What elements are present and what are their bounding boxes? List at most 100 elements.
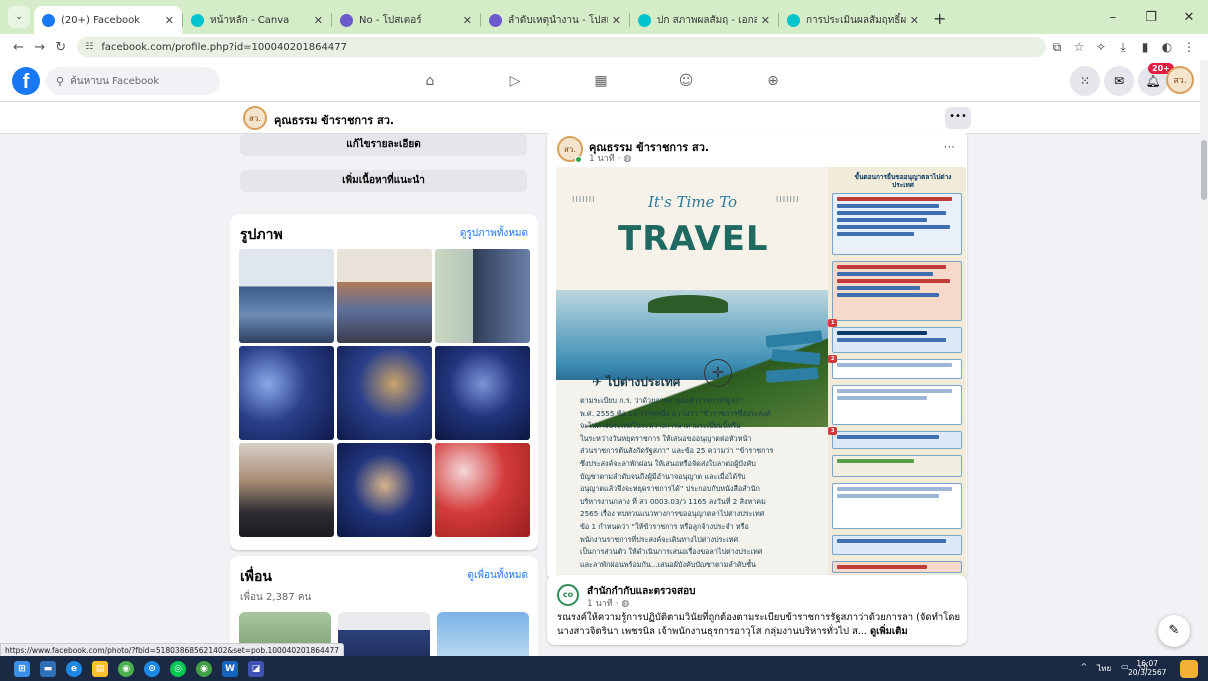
friends-title: เพื่อน: [240, 569, 272, 585]
photo-thumbnail[interactable]: [337, 346, 432, 440]
chrome-icon[interactable]: ◉: [196, 661, 212, 677]
download-icon[interactable]: ⤓: [1112, 40, 1134, 55]
close-tab-icon[interactable]: ✕: [165, 14, 174, 27]
home-icon[interactable]: ⌂: [419, 70, 441, 92]
infographic-step-badge: 1: [828, 319, 838, 327]
browser-menu-icon[interactable]: ⋮: [1178, 40, 1200, 54]
taskbar-clock[interactable]: 16:07 20/3/2567: [1128, 659, 1166, 677]
translate-icon[interactable]: ⧉: [1046, 40, 1068, 55]
globe-icon: ◍: [621, 599, 630, 609]
post-options-icon[interactable]: ···: [944, 140, 955, 154]
post-timestamp[interactable]: 1 นาที · ◍: [589, 151, 631, 165]
photo-thumbnail[interactable]: [337, 249, 432, 343]
photo-thumbnail[interactable]: [239, 443, 334, 537]
browser-tab[interactable]: ปก สภาพผลสัมฤ - เอกสาร (A4) ✕: [630, 6, 778, 34]
see-more-link[interactable]: ดูเพิ่มเติม: [870, 626, 908, 637]
photo-thumbnail[interactable]: [435, 443, 530, 537]
photos-app-icon[interactable]: ◪: [248, 661, 264, 677]
post-image[interactable]: IIIIIII IIIIIII It's Time To TRAVEL ✈︎ ไ…: [556, 167, 966, 577]
post-author-avatar[interactable]: co: [557, 584, 579, 606]
post-time-text: 1 นาที ·: [587, 599, 622, 609]
reload-icon[interactable]: ↻: [50, 40, 71, 55]
forward-icon[interactable]: →: [29, 40, 50, 55]
chrome-icon[interactable]: ◉: [118, 661, 134, 677]
friend-photo[interactable]: [338, 612, 430, 656]
poster-body-line: จะไปต่างประเทศในระหว่างการลาตามระเบียบนี…: [580, 421, 741, 431]
menu-grid-icon[interactable]: ⁙: [1070, 66, 1100, 96]
browser-tab[interactable]: หน้าหลัก - Canva ✕: [183, 6, 331, 34]
close-tab-icon[interactable]: ✕: [463, 14, 472, 27]
start-icon[interactable]: ⊞: [14, 661, 30, 677]
account-avatar[interactable]: สว.: [1166, 66, 1194, 94]
url-input[interactable]: ☷ facebook.com/profile.php?id=1000402018…: [77, 37, 1046, 57]
poster-body-line: เป็นการส่วนตัว ให้ดำเนินการเสนอเรื่องขอล…: [580, 547, 763, 557]
tab-search-icon[interactable]: ⌄: [8, 6, 30, 28]
facebook-logo-icon[interactable]: f: [12, 67, 40, 95]
profile-icon[interactable]: ◐: [1156, 40, 1178, 54]
app-icon[interactable]: ⊙: [144, 661, 160, 677]
browser-tab[interactable]: ลำดับเหตุนำงาน - โปสเตอร์ ✕: [481, 6, 629, 34]
close-tab-icon[interactable]: ✕: [314, 14, 323, 27]
close-tab-icon[interactable]: ✕: [910, 14, 919, 27]
back-icon[interactable]: ←: [8, 40, 29, 55]
profile-more-button[interactable]: •••: [945, 107, 971, 129]
site-info-icon[interactable]: ☷: [85, 42, 93, 52]
see-all-photos-link[interactable]: ดูรูปภาพทั้งหมด: [460, 226, 528, 241]
globe-icon: ◍: [623, 154, 632, 164]
photo-thumbnail[interactable]: [239, 249, 334, 343]
close-window-icon[interactable]: ✕: [1170, 10, 1208, 25]
line-icon[interactable]: ◎: [170, 661, 186, 677]
compose-message-icon[interactable]: ✎: [1158, 615, 1190, 647]
canva-doc-icon: [489, 13, 502, 27]
video-icon[interactable]: ▷: [504, 70, 526, 92]
groups-icon[interactable]: ☺: [675, 70, 697, 92]
infographic-step: [832, 385, 962, 425]
language-indicator[interactable]: ไทย: [1097, 662, 1111, 675]
poster-section-title: ✈︎ ไปต่างประเทศ: [592, 375, 681, 389]
browser-tab[interactable]: No - โปสเตอร์ ✕: [332, 6, 480, 34]
file-explorer-icon[interactable]: ▤: [92, 661, 108, 677]
close-tab-icon[interactable]: ✕: [612, 14, 621, 27]
profile-left-column: แก้ไขรายละเอียด เพิ่มเนื้อหาที่แนะนำ รูป…: [230, 134, 538, 656]
minimize-icon[interactable]: –: [1094, 10, 1132, 25]
close-tab-icon[interactable]: ✕: [761, 14, 770, 27]
browser-tab[interactable]: การประเมินผลสัมฤทธิ์ผลงานนาน ตามนโ ✕: [779, 6, 927, 34]
infographic-step: [832, 261, 962, 321]
edit-details-button[interactable]: แก้ไขรายละเอียด: [240, 134, 527, 156]
bookmark-star-icon[interactable]: ☆: [1068, 40, 1090, 54]
address-bar-row: ← → ↻ ☷ facebook.com/profile.php?id=1000…: [0, 34, 1208, 60]
extensions-icon[interactable]: ✧: [1090, 40, 1112, 54]
see-all-friends-link[interactable]: ดูเพื่อนทั้งหมด: [468, 568, 529, 583]
tab-list: (20+) Facebook ✕ หน้าหลัก - Canva ✕ No - โปส…: [34, 6, 927, 34]
add-featured-button[interactable]: เพิ่มเนื้อหาที่แนะนำ: [240, 170, 527, 192]
photo-thumbnail[interactable]: [337, 443, 432, 537]
restore-icon[interactable]: ❐: [1132, 10, 1170, 25]
task-view-icon[interactable]: ▬: [40, 661, 56, 677]
friend-photo[interactable]: [437, 612, 529, 656]
weather-widget-icon[interactable]: [1180, 660, 1198, 678]
new-tab-button[interactable]: +: [933, 9, 946, 28]
profile-name[interactable]: คุณธรรม ข้าราชการ สว.: [274, 111, 394, 129]
gaming-icon[interactable]: ⊕: [762, 70, 784, 92]
page-scrollbar[interactable]: [1200, 60, 1208, 656]
post-timestamp[interactable]: 1 นาที · ◍: [587, 596, 629, 610]
word-icon[interactable]: W: [222, 661, 238, 677]
marketplace-icon[interactable]: ▦: [590, 70, 612, 92]
side-panel-icon[interactable]: ▮: [1134, 40, 1156, 54]
tab-title: No - โปสเตอร์: [359, 14, 422, 26]
photos-card: รูปภาพ ดูรูปภาพทั้งหมด: [230, 214, 538, 550]
toolbar-actions: ⧉ ☆ ✧ ⤓ ▮ ◐ ⋮: [1046, 40, 1200, 55]
messenger-icon[interactable]: ✉: [1104, 66, 1134, 96]
infographic-step: [832, 327, 962, 353]
browser-tab[interactable]: (20+) Facebook ✕: [34, 6, 182, 34]
scrollbar-thumb[interactable]: [1201, 140, 1207, 200]
photo-thumbnail[interactable]: [435, 249, 530, 343]
photo-thumbnail[interactable]: [239, 346, 334, 440]
compass-icon: ✛: [704, 359, 732, 387]
photo-thumbnail[interactable]: [435, 346, 530, 440]
tray-chevron-icon[interactable]: ^: [1080, 662, 1087, 675]
edge-icon[interactable]: e: [66, 661, 82, 677]
infographic-step-badge: 2: [828, 355, 838, 363]
profile-avatar[interactable]: สว.: [243, 106, 267, 130]
facebook-search-input[interactable]: ⚲ ค้นหาบน Facebook: [46, 67, 220, 95]
